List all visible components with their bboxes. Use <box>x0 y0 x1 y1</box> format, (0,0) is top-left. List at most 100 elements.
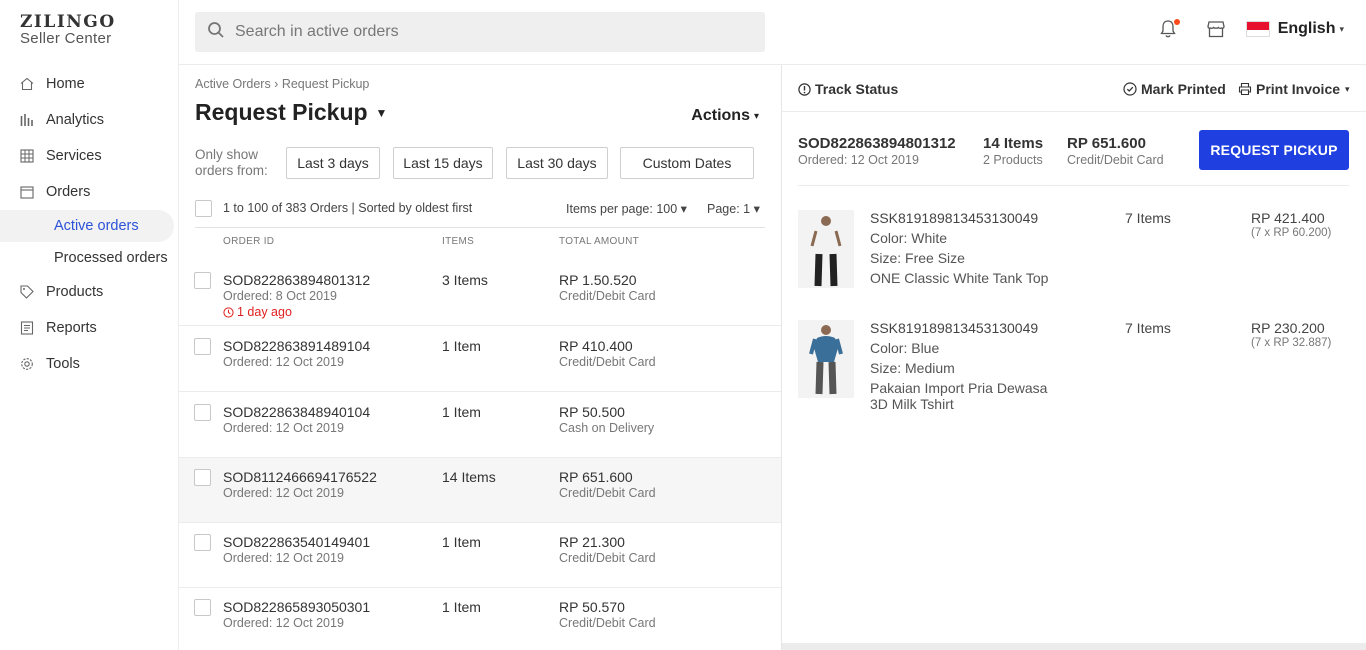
order-items: 1 Item <box>442 338 481 354</box>
sidebar-item-processed-orders[interactable]: Processed orders <box>0 242 179 274</box>
select-all-checkbox[interactable] <box>195 199 212 217</box>
product-unit-price: (7 x RP 32.887) <box>1251 337 1332 349</box>
breadcrumb[interactable]: Active Orders › Request Pickup <box>195 77 369 91</box>
detail-order-date: Ordered: 12 Oct 2019 <box>798 153 919 167</box>
detail-order-id: SOD822863894801312 <box>798 135 956 152</box>
page-title[interactable]: Request Pickup ▼ <box>195 99 387 126</box>
order-id: SOD822863540149401 <box>223 534 371 550</box>
table-row[interactable]: SOD822865893050301 Ordered: 12 Oct 2019 … <box>179 588 781 650</box>
sidebar-item-orders[interactable]: Orders <box>0 174 179 210</box>
request-pickup-button[interactable]: REQUEST PICKUP <box>1199 130 1349 170</box>
product-unit-price: (7 x RP 60.200) <box>1251 227 1332 239</box>
order-items: 1 Item <box>442 534 481 550</box>
product-name: Pakaian Import Pria Dewasa <box>870 380 1048 396</box>
filter-last-30-days-button[interactable]: Last 30 days <box>506 147 608 179</box>
brand-name: ZILINGO <box>20 12 116 32</box>
order-amount: RP 651.600 <box>559 469 633 485</box>
sidebar-item-services[interactable]: Services <box>0 138 179 174</box>
product-image[interactable] <box>798 210 854 288</box>
product-shirt <box>814 336 838 362</box>
check-circle-icon <box>1123 82 1137 96</box>
payment-method: Credit/Debit Card <box>559 486 656 500</box>
row-checkbox[interactable] <box>194 534 211 551</box>
chevron-down-icon: ▼ <box>375 105 388 120</box>
chevron-down-icon: ▾ <box>753 110 759 122</box>
store-icon <box>1207 21 1225 38</box>
page-select[interactable]: Page: 1 ▾ <box>707 201 760 216</box>
product-color: Color: White <box>870 230 948 246</box>
orders-icon <box>20 185 34 199</box>
order-id: SOD822863848940104 <box>223 404 371 420</box>
page-label: Page: 1 <box>707 201 751 216</box>
order-id: SOD822863894801312 <box>223 272 371 288</box>
sidebar-item-tools[interactable]: Tools <box>0 346 179 382</box>
actions-label: Actions <box>691 107 750 124</box>
indonesia-flag-icon[interactable] <box>1245 21 1270 37</box>
product-size: Size: Free Size <box>870 250 965 266</box>
horizontal-scrollbar[interactable] <box>782 643 1366 650</box>
payment-method: Credit/Debit Card <box>559 355 656 369</box>
brand-logo[interactable]: ZILINGO Seller Center <box>20 14 116 47</box>
items-per-page-select[interactable]: Items per page: 100 ▾ <box>566 201 687 216</box>
table-row-selected[interactable]: SOD8112466694176522 Ordered: 12 Oct 2019… <box>179 458 781 523</box>
sidebar: ZILINGO Seller Center Home Analytics Ser… <box>0 0 179 650</box>
track-status-button[interactable]: Track Status <box>798 81 898 97</box>
sidebar-item-home[interactable]: Home <box>0 66 179 102</box>
table-row[interactable]: SOD822863894801312 Ordered: 8 Oct 2019 1… <box>179 261 781 326</box>
order-date: Ordered: 12 Oct 2019 <box>223 421 344 435</box>
order-date: Ordered: 12 Oct 2019 <box>223 551 344 565</box>
order-items: 14 Items <box>442 469 496 485</box>
row-checkbox[interactable] <box>194 599 211 616</box>
filter-last-3-days-button[interactable]: Last 3 days <box>286 147 380 179</box>
order-date: Ordered: 12 Oct 2019 <box>223 486 344 500</box>
product-size: Size: Medium <box>870 360 955 376</box>
column-header-total: TOTAL AMOUNT <box>559 236 640 247</box>
notification-button[interactable] <box>1158 18 1180 40</box>
table-row[interactable]: SOD822863540149401 Ordered: 12 Oct 2019 … <box>179 523 781 588</box>
track-status-label: Track Status <box>815 81 899 97</box>
column-header-order-id: ORDER ID <box>223 236 275 247</box>
product-name-line2: 3D Milk Tshirt <box>870 396 954 412</box>
product-quantity: 7 Items <box>1125 210 1171 226</box>
filter-label: Only show orders from: <box>195 147 268 178</box>
language-selector[interactable]: English <box>1278 20 1336 38</box>
filter-last-15-days-button[interactable]: Last 15 days <box>393 147 493 179</box>
grid-icon <box>20 149 34 163</box>
print-invoice-dropdown[interactable]: Print Invoice ▾ <box>1238 81 1350 97</box>
printer-icon <box>1238 82 1252 96</box>
row-checkbox[interactable] <box>194 272 211 289</box>
sidebar-item-reports[interactable]: Reports <box>0 310 179 346</box>
sidebar-item-label: Reports <box>46 320 97 336</box>
table-row[interactable]: SOD822863891489104 Ordered: 12 Oct 2019 … <box>179 327 781 392</box>
product-price: RP 230.200 <box>1251 320 1325 336</box>
chevron-down-icon: ▾ <box>1345 83 1350 94</box>
sidebar-item-products[interactable]: Products <box>0 274 179 310</box>
list-toolbar: 1 to 100 of 383 Orders | Sorted by oldes… <box>195 199 765 217</box>
table-row[interactable]: SOD822863848940104 Ordered: 12 Oct 2019 … <box>179 393 781 458</box>
order-id: SOD822863891489104 <box>223 338 371 354</box>
detail-payment: Credit/Debit Card <box>1067 153 1164 167</box>
order-id: SOD8112466694176522 <box>223 469 377 485</box>
store-button[interactable] <box>1206 19 1226 39</box>
order-amount: RP 1.50.520 <box>559 272 637 288</box>
payment-method: Credit/Debit Card <box>559 551 656 565</box>
payment-method: Credit/Debit Card <box>559 289 656 303</box>
mark-printed-label: Mark Printed <box>1141 81 1226 97</box>
product-item: SSK819189813453130049 Color: White Size:… <box>798 210 1349 310</box>
search-input[interactable] <box>235 23 735 41</box>
row-checkbox[interactable] <box>194 469 211 486</box>
late-warning: 1 day ago <box>223 305 292 319</box>
search-bar[interactable] <box>195 12 765 52</box>
mark-printed-button[interactable]: Mark Printed <box>1123 81 1226 97</box>
actions-dropdown[interactable]: Actions ▾ <box>691 107 759 125</box>
row-checkbox[interactable] <box>194 338 211 355</box>
order-amount: RP 50.570 <box>559 599 625 615</box>
product-image[interactable] <box>798 320 854 398</box>
product-sku: SSK819189813453130049 <box>870 320 1039 336</box>
sidebar-item-label: Orders <box>46 184 91 200</box>
filter-custom-dates-button[interactable]: Custom Dates <box>620 147 754 179</box>
list-divider <box>195 227 765 228</box>
row-checkbox[interactable] <box>194 404 211 421</box>
sidebar-item-analytics[interactable]: Analytics <box>0 102 179 138</box>
sidebar-item-active-orders[interactable]: Active orders <box>0 210 174 242</box>
